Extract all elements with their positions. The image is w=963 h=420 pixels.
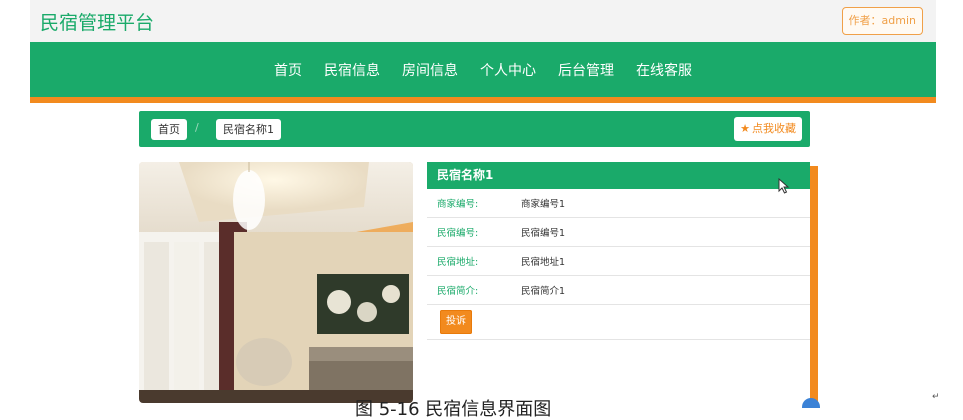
paragraph-return-mark: ↵ bbox=[932, 392, 940, 402]
field-value: 民宿简介1 bbox=[521, 286, 566, 297]
app-frame: 民宿管理平台 作者：admin 首页 民宿信息 房间信息 个人中心 后台管理 在… bbox=[30, 0, 936, 403]
breadcrumb: 首页 / 民宿名称1 ★ 点我收藏 bbox=[139, 111, 810, 147]
detail-panel: 民宿名称1 商家编号: 商家编号1 民宿编号: 民宿编号1 民宿地址: 民宿地址… bbox=[427, 162, 810, 403]
breadcrumb-current[interactable]: 民宿名称1 bbox=[216, 119, 281, 140]
nav-item-support[interactable]: 在线客服 bbox=[636, 60, 692, 80]
top-bar: 民宿管理平台 作者：admin bbox=[30, 0, 936, 42]
favorite-label: 点我收藏 bbox=[752, 122, 796, 135]
nav-item-home[interactable]: 首页 bbox=[274, 60, 302, 80]
field-row-intro: 民宿简介: 民宿简介1 bbox=[427, 276, 810, 305]
breadcrumb-separator: / bbox=[195, 121, 199, 134]
brand-title: 民宿管理平台 bbox=[40, 12, 155, 34]
breadcrumb-home[interactable]: 首页 bbox=[151, 119, 187, 140]
main-nav: 首页 民宿信息 房间信息 个人中心 后台管理 在线客服 bbox=[30, 42, 936, 97]
field-value: 商家编号1 bbox=[521, 199, 566, 210]
field-label: 民宿地址: bbox=[437, 257, 479, 268]
field-row-merchant-id: 商家编号: 商家编号1 bbox=[427, 189, 810, 218]
nav-divider bbox=[30, 97, 936, 103]
homestay-photo bbox=[139, 162, 413, 403]
detail-title: 民宿名称1 bbox=[427, 162, 810, 189]
nav-item-room-info[interactable]: 房间信息 bbox=[402, 60, 458, 80]
nav-item-homestay-info[interactable]: 民宿信息 bbox=[324, 60, 380, 80]
field-value: 民宿地址1 bbox=[521, 257, 566, 268]
panel-accent bbox=[810, 166, 818, 403]
nav-item-admin[interactable]: 后台管理 bbox=[558, 60, 614, 80]
field-row-address: 民宿地址: 民宿地址1 bbox=[427, 247, 810, 276]
mouse-pointer-icon bbox=[778, 178, 790, 194]
favorite-button[interactable]: ★ 点我收藏 bbox=[734, 117, 802, 141]
field-label: 民宿简介: bbox=[437, 286, 479, 297]
room-photo-illustration bbox=[139, 162, 413, 403]
nav-item-profile[interactable]: 个人中心 bbox=[480, 60, 536, 80]
action-row: 投诉 bbox=[427, 305, 810, 340]
field-row-homestay-id: 民宿编号: 民宿编号1 bbox=[427, 218, 810, 247]
figure-caption: 图 5-16 民宿信息界面图 bbox=[355, 399, 552, 420]
star-icon: ★ bbox=[740, 122, 750, 135]
field-label: 民宿编号: bbox=[437, 228, 479, 239]
author-badge[interactable]: 作者：admin bbox=[841, 7, 923, 35]
complain-button[interactable]: 投诉 bbox=[440, 310, 472, 334]
field-label: 商家编号: bbox=[437, 199, 479, 210]
field-value: 民宿编号1 bbox=[521, 228, 566, 239]
